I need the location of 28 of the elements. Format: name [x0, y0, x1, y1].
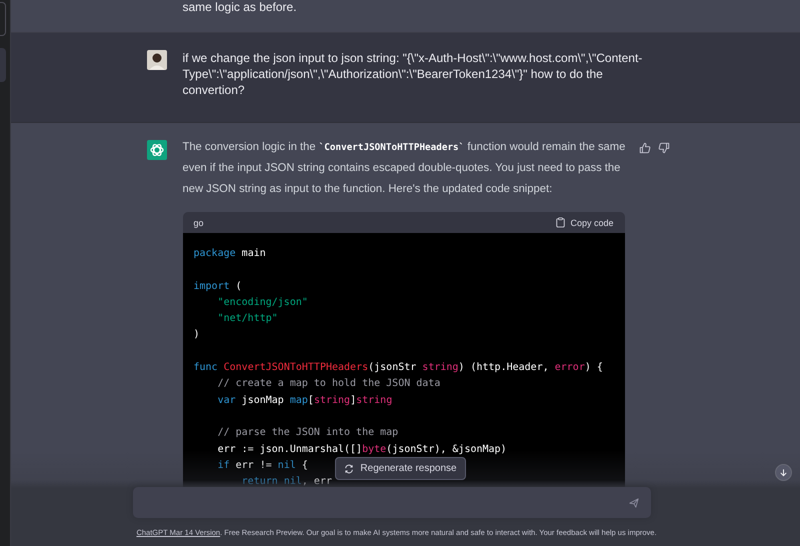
message-text: The conversion logic in the `ConvertJSONToHTTPHeaders` function would remain the same even if the input JSON string contains escaped double-quotes. You just need to pass the new JSON string as input to the function. Here's the updated code snippet: [182, 140, 626, 197]
user-avatar [146, 50, 166, 70]
message-text: if we change the json input to json string: "{\"x-Auth-Host\":\"www.host.com\",\"Content-Type\":\"application/json\",\"Authorization\":\"BearerToken1234\"}" how to do the convertion? [182, 50, 644, 98]
message-input-field[interactable] [132, 487, 650, 518]
code-line: return nil, err [240, 475, 332, 490]
message-text: same logic as before. [182, 0, 297, 14]
copy-code-button[interactable]: Copy code [556, 217, 614, 228]
code-line: // parse the JSON into the map [216, 426, 398, 440]
code-line: import ( [194, 280, 242, 294]
language-label: go [194, 218, 204, 228]
refresh-icon [344, 464, 354, 474]
thumbs-down-icon[interactable] [658, 142, 670, 154]
code-line: err := json.Unmarshal([]byte(jsonStr), &jsonMap) [216, 442, 507, 457]
code-line: ) [194, 328, 200, 342]
arrow-down-icon [779, 468, 788, 477]
send-icon[interactable] [628, 498, 638, 508]
code-line: func ConvertJSONToHTTPHeaders(jsonStr string) (http.Header, error) { [194, 361, 603, 376]
code-line: // create a map to hold the JSON data [216, 377, 440, 392]
assistant-logo-icon [146, 140, 166, 160]
code-line: "encoding/json" [216, 296, 308, 310]
code-line: var jsonMap map[string]string [216, 394, 392, 408]
regenerate-button[interactable]: Regenerate response [335, 457, 466, 480]
code-line: "net/http" [216, 312, 278, 326]
thumbs-up-icon[interactable] [638, 142, 650, 154]
code-line: if err != nil { [216, 458, 308, 473]
code-line: package main [194, 247, 266, 261]
sidebar-item[interactable] [0, 2, 6, 36]
clipboard-icon [556, 217, 566, 228]
